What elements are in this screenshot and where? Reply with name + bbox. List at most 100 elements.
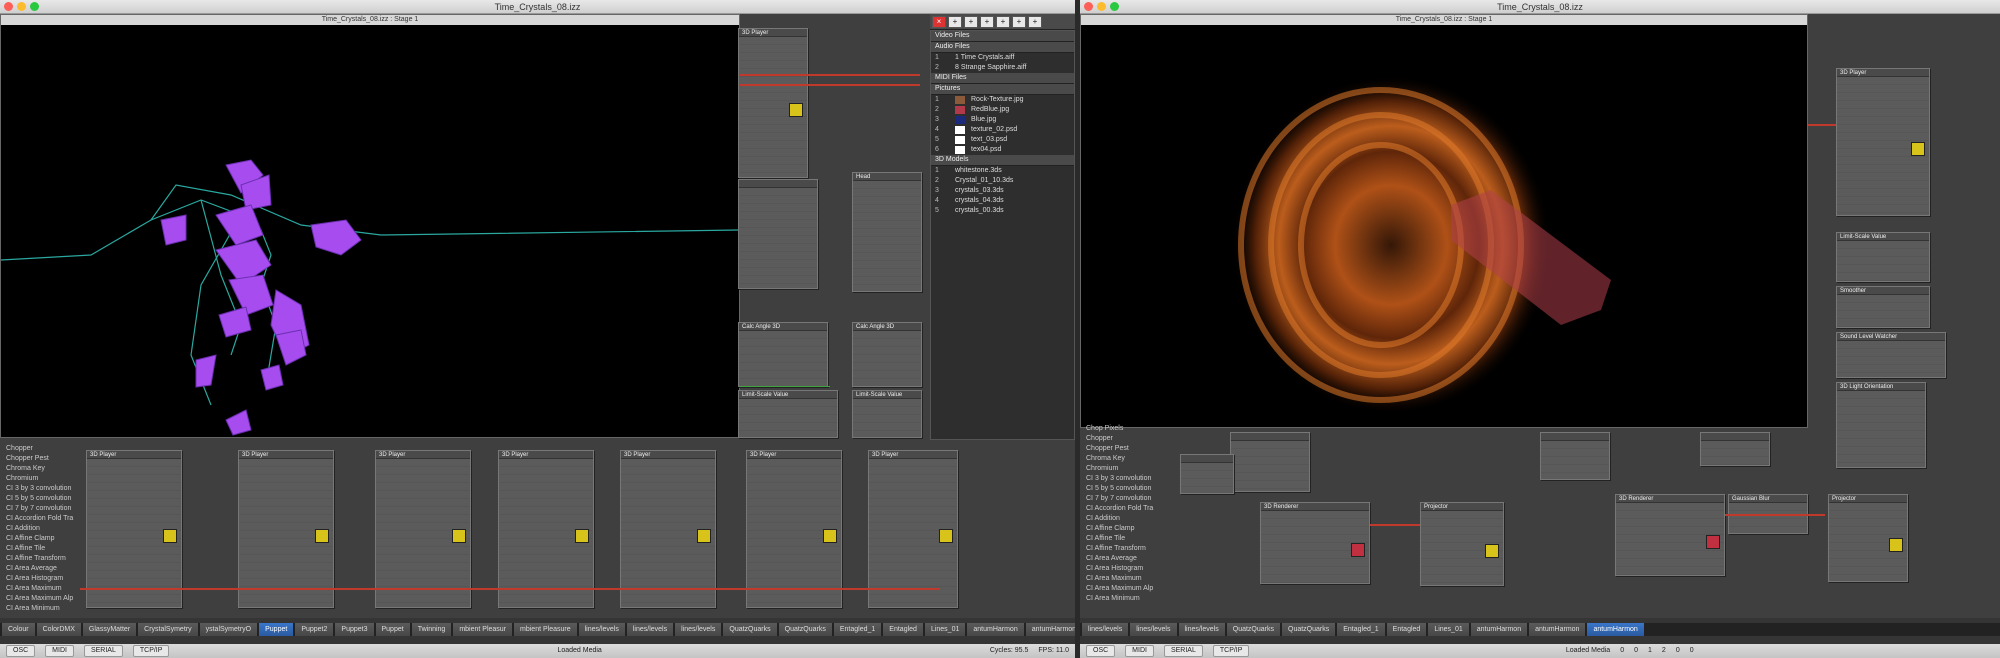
list-item[interactable]: CI Addition (1086, 514, 1160, 524)
zoom-icon[interactable] (30, 2, 39, 11)
3d-player-actor[interactable]: 3D Player (1836, 68, 1930, 216)
media-item[interactable]: 4 crystals_04.3ds (931, 196, 1074, 206)
scene-tab[interactable]: antumHarmon (1529, 623, 1587, 636)
media-item[interactable]: 5 text_03.psd (931, 135, 1074, 145)
scene-tab[interactable]: ystalSymetryO (199, 623, 259, 636)
list-item[interactable]: CI Area Maximum Alp (6, 594, 80, 604)
media-tool-button[interactable]: + (1028, 16, 1042, 28)
media-tool-button[interactable]: + (996, 16, 1010, 28)
limit-actor[interactable] (738, 179, 818, 289)
patcher-area[interactable]: Time_Crystals_08.izz : Stage 1 (0, 14, 1075, 618)
limit-scale-actor[interactable]: Limit-Scale Value (738, 390, 838, 438)
scene-tab[interactable]: lines/levels (1082, 623, 1130, 636)
3d-renderer-actor[interactable]: 3D Renderer (1615, 494, 1725, 576)
list-item[interactable]: CI Area Maximum (6, 584, 80, 594)
actor[interactable] (1230, 432, 1310, 492)
scene-tab[interactable]: lines/levels (626, 623, 675, 636)
list-item[interactable]: Chopper (6, 444, 80, 454)
scene-tab[interactable]: lines/levels (675, 623, 723, 636)
3d-renderer-actor[interactable]: 3D Renderer (1260, 502, 1370, 584)
midi-tab[interactable]: MIDI (1125, 645, 1154, 657)
3d-player-actor[interactable]: 3D Player (746, 450, 842, 608)
scene-tab[interactable]: antumHarmon (967, 623, 1025, 636)
list-item[interactable]: CI Accordion Fold Tra (6, 514, 80, 524)
3d-player-actor[interactable]: 3D Player (238, 450, 334, 608)
scene-tab[interactable]: Lines_01 (1428, 623, 1470, 636)
media-item[interactable]: 4 texture_02.psd (931, 125, 1074, 135)
scene-tab[interactable]: CrystalSymetry (138, 623, 199, 636)
scene-tab[interactable]: Puppet (375, 623, 411, 636)
scene-tab[interactable]: lines/levels (1178, 623, 1226, 636)
limit-scale-actor[interactable]: Limit-Scale Value (1836, 232, 1930, 282)
projector-actor[interactable]: Projector (1828, 494, 1908, 582)
list-item[interactable]: CI Affine Tile (6, 544, 80, 554)
scene-tab[interactable]: QuatzQuarks (1226, 623, 1281, 636)
scene-tab[interactable]: ColorDMX (36, 623, 82, 636)
scene-tab[interactable]: GlassyMatter (82, 623, 138, 636)
list-item[interactable]: CI Area Maximum Alp (1086, 584, 1160, 594)
scene-tab[interactable]: Entagled_1 (1337, 623, 1386, 636)
scene-tab[interactable]: Colour (2, 623, 36, 636)
media-section-header[interactable]: Video Files (931, 31, 1074, 42)
list-item[interactable]: CI 3 by 3 convolution (1086, 474, 1160, 484)
actor[interactable] (1180, 454, 1234, 494)
list-item[interactable]: Chroma Key (6, 464, 80, 474)
list-item[interactable]: CI Addition (6, 524, 80, 534)
patcher-area[interactable]: Time_Crystals_08.izz : Stage 1 (1080, 14, 2000, 618)
media-item[interactable]: 5 crystals_00.3ds (931, 206, 1074, 216)
media-item[interactable]: 2 Crystal_01_10.3ds (931, 176, 1074, 186)
limit-scale-actor[interactable]: Limit-Scale Value (852, 390, 922, 438)
tcpip-tab[interactable]: TCP/IP (132, 645, 170, 657)
list-item[interactable]: Chromium (1086, 464, 1160, 474)
media-item[interactable]: 6 tex04.psd (931, 145, 1074, 155)
list-item[interactable]: Chopper Pest (1086, 444, 1160, 454)
3d-player-actor[interactable]: 3D Player (868, 450, 958, 608)
close-icon[interactable] (1084, 2, 1093, 11)
media-section-header[interactable]: MIDI Files (931, 73, 1074, 84)
scene-tab[interactable]: antumHarmon (1025, 623, 1075, 636)
media-tool-button[interactable]: + (964, 16, 978, 28)
scene-tab[interactable]: antumHarmon (1470, 623, 1529, 636)
media-item[interactable]: 11 Time Crystals.aiff (931, 53, 1074, 63)
media-item[interactable]: 1 Rock-Texture.jpg (931, 95, 1074, 105)
media-tool-button[interactable]: + (1012, 16, 1026, 28)
list-item[interactable]: CI 7 by 7 convolution (1086, 494, 1160, 504)
list-item[interactable]: Chop Pixels (1086, 424, 1160, 434)
calc-angle-actor[interactable]: Calc Angle 3D (852, 322, 922, 387)
scene-tab[interactable]: Lines_01 (924, 623, 967, 636)
scene-tab[interactable]: Entagled (1386, 623, 1428, 636)
list-item[interactable]: CI Affine Transform (6, 554, 80, 564)
list-item[interactable]: Chroma Key (1086, 454, 1160, 464)
list-item[interactable]: CI Area Average (6, 564, 80, 574)
list-item[interactable]: CI Area Minimum (6, 604, 80, 614)
list-item[interactable]: CI Area Histogram (1086, 564, 1160, 574)
list-item[interactable]: CI Area Average (1086, 554, 1160, 564)
3d-player-actor[interactable]: 3D Player (86, 450, 182, 608)
media-section-header[interactable]: Pictures (931, 84, 1074, 95)
smoother-actor[interactable]: Smoother (1836, 286, 1930, 328)
media-tool-button[interactable]: + (948, 16, 962, 28)
osc-tab[interactable]: OSC (6, 645, 36, 657)
scene-tab[interactable]: mbient Pleasur (453, 623, 514, 636)
serial-tab[interactable]: SERIAL (83, 645, 123, 657)
3d-player-actor[interactable]: 3D Player (620, 450, 716, 608)
close-media-button[interactable]: × (932, 16, 946, 28)
list-item[interactable]: CI 5 by 5 convolution (6, 494, 80, 504)
tcpip-tab[interactable]: TCP/IP (1212, 645, 1250, 657)
actor[interactable] (1540, 432, 1610, 480)
serial-tab[interactable]: SERIAL (1163, 645, 1203, 657)
scene-tab[interactable]: lines/levels (578, 623, 626, 636)
3d-player-actor[interactable]: 3D Player (738, 28, 808, 178)
midi-tab[interactable]: MIDI (45, 645, 74, 657)
list-item[interactable]: CI Area Maximum (1086, 574, 1160, 584)
media-item[interactable]: 3 Blue.jpg (931, 115, 1074, 125)
osc-tab[interactable]: OSC (1086, 645, 1116, 657)
media-section-header[interactable]: 3D Models (931, 155, 1074, 166)
3d-light-orientation-actor[interactable]: 3D Light Orientation (1836, 382, 1926, 468)
3d-player-actor[interactable]: 3D Player (498, 450, 594, 608)
calc-angle-actor[interactable]: Calc Angle 3D (738, 322, 828, 387)
scene-tab[interactable]: mbient Pleasure (514, 623, 578, 636)
projector-actor[interactable]: Projector (1420, 502, 1504, 586)
minimize-icon[interactable] (1097, 2, 1106, 11)
scene-tab[interactable]: Entagled_1 (833, 623, 883, 636)
